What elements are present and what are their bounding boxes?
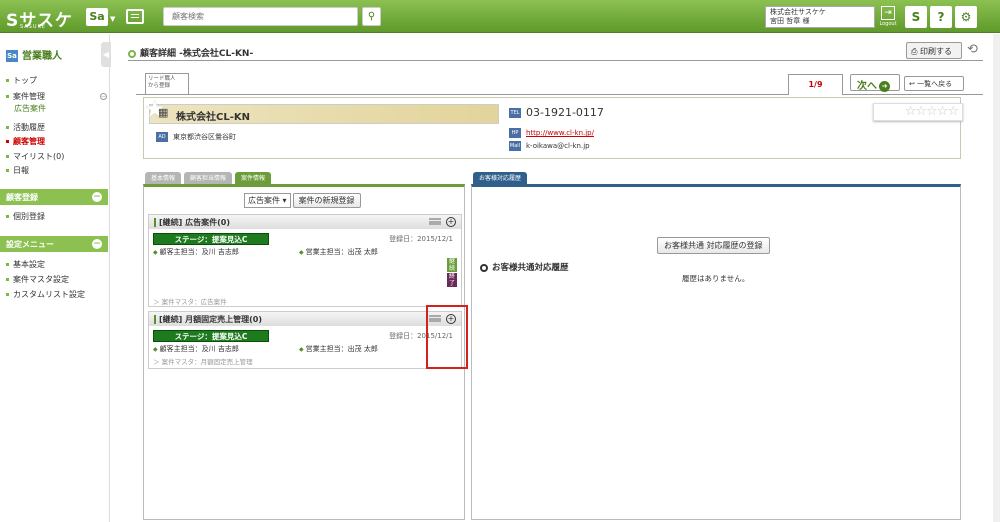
address-icon: AD [156, 132, 168, 142]
top-bar: SサスケSASUKE Sa ▼ ⚲ 株式会社サスケケ 宮田 哲章 様 ⇥Logo… [0, 0, 1000, 33]
minus-icon[interactable]: − [92, 192, 102, 202]
refresh-icon[interactable]: ⟲ [967, 42, 978, 57]
minus-icon[interactable]: − [92, 239, 102, 249]
history-title: お客様共通対応履歴 [480, 261, 569, 273]
circle-bullet-icon [128, 49, 136, 58]
customer-owner: 顧客主担当：及川 吉志郎 [153, 247, 239, 257]
highlight-box [426, 305, 468, 369]
case-header[interactable]: [継続] 広告案件(0) [149, 215, 461, 229]
pager-count: 1/9 [788, 74, 843, 95]
case-filter-row: 広告案件 ▾ 案件の新規登録 [244, 193, 361, 208]
circle-bullet-icon [480, 263, 488, 272]
case-master: ＞ 案件マスタ：月額固定売上管理 [153, 358, 253, 366]
sidebar: Sa 営業職人 ◀ トップ 案件管理 − 広告案件 活動履歴 顧客管理 マイリスト… [0, 34, 111, 522]
collapse-icon[interactable]: − [100, 93, 107, 100]
registered-date: 登録日：2015/12/1 [389, 235, 453, 243]
tab-basic-info[interactable]: 基本情報 [145, 172, 182, 184]
next-button[interactable]: 次へ ➜ [850, 74, 900, 92]
printer-icon: ⎙ [911, 47, 918, 56]
logout-icon: ⇥ [881, 6, 895, 20]
case-type-select[interactable]: 広告案件 ▾ [244, 193, 291, 208]
case-header[interactable]: [継続] 月額固定売上管理(0) [149, 312, 461, 326]
sa-icon: Sa [6, 50, 18, 62]
info-tabs: 基本情報 顧客担当情報 案件情報 [145, 172, 274, 184]
tab-owner-info[interactable]: 顧客担当情報 [184, 172, 233, 184]
new-case-button[interactable]: 案件の新規登録 [292, 193, 361, 208]
return-icon: ↩ [909, 80, 915, 88]
sidebar-title: Sa 営業職人 [6, 50, 62, 62]
sidebar-item-custom-list-settings[interactable]: カスタムリスト設定 [6, 289, 85, 300]
customer-owner: 顧客主担当：及川 吉志郎 [153, 344, 239, 354]
stage-badge: ステージ：提案見込C [153, 330, 269, 342]
logout-button[interactable]: ⇥ Logout [878, 6, 898, 28]
user-name: 宮田 哲章 様 [770, 17, 810, 25]
expand-plus-icon[interactable]: + [446, 217, 456, 227]
stage-badge: ステージ：提案見込C [153, 233, 269, 245]
page-title: 顧客詳細 -株式会社CL-KN- [128, 46, 253, 59]
case-panel: 広告案件 ▾ 案件の新規登録 [継続] 広告案件(0) + ステージ：提案見込C … [143, 184, 465, 520]
customer-address: AD 東京都渋谷区鶯谷町 [156, 132, 236, 142]
lead-register-tab[interactable]: リード職人 から登録 [145, 73, 189, 95]
sidebar-item-basic-settings[interactable]: 基本設定 [6, 259, 45, 270]
rating-stars[interactable]: ☆☆☆☆☆ [873, 103, 963, 121]
user-info: 株式会社サスケケ 宮田 哲章 様 [765, 6, 875, 28]
sasuke-button[interactable]: S [905, 6, 927, 28]
sidebar-item-case-master-settings[interactable]: 案件マスタ設定 [6, 274, 69, 285]
user-company: 株式会社サスケケ [770, 8, 826, 16]
sidebar-item-customer-management[interactable]: 顧客管理 [6, 136, 45, 147]
app-logo[interactable]: Sサスケ SASUKE [6, 6, 73, 31]
customer-search-input[interactable] [163, 7, 358, 26]
register-history-button[interactable]: お客様共通 対応履歴の登録 [657, 237, 770, 254]
print-button[interactable]: ⎙ 印刷する [906, 42, 962, 59]
arrow-right-icon: ➜ [879, 80, 890, 92]
message-icon[interactable] [126, 9, 144, 24]
scrollbar[interactable] [993, 34, 1000, 522]
customer-name: 株式会社CL-KN [176, 112, 250, 123]
chevron-down-icon[interactable]: ▼ [110, 15, 115, 23]
customer-mail[interactable]: Mail k-oikawa@cl-kn.jp [509, 141, 590, 151]
building-icon: ▦ [158, 106, 169, 119]
sales-owner: 営業主担当：出茂 太郎 [299, 344, 378, 354]
history-panel: お客様共通 対応履歴の登録 お客様共通対応履歴 履歴はありません。 [471, 184, 961, 520]
sidebar-collapse-button[interactable]: ◀ [101, 42, 111, 67]
app-switcher-button[interactable]: Sa [86, 8, 108, 26]
sales-owner: 営業主担当：出茂 太郎 [299, 247, 378, 257]
case-item: [継続] 広告案件(0) + ステージ：提案見込C 登録日：2015/12/1 … [148, 214, 462, 307]
customer-name-bar: ★ ▦ 株式会社CL-KN [144, 95, 499, 124]
divider [128, 60, 983, 61]
customer-tel: TEL 03-1921-0117 [509, 106, 604, 119]
sidebar-item-top[interactable]: トップ [6, 75, 37, 86]
settings-gear-icon[interactable]: ⚙ [955, 6, 977, 28]
tab-case-info[interactable]: 案件情報 [235, 172, 272, 184]
back-to-list-button[interactable]: ↩ 一覧へ戻る [904, 76, 964, 91]
sidebar-section-customer-register[interactable]: 顧客登録 − [0, 189, 108, 205]
sidebar-item-mylist[interactable]: マイリスト(0) [6, 151, 64, 162]
mail-icon: Mail [509, 141, 521, 151]
empty-history-text: 履歴はありません。 [682, 274, 750, 283]
sidebar-item-individual-register[interactable]: 個別登録 [6, 211, 45, 222]
tab-customer-history[interactable]: お客様対応履歴 [473, 172, 528, 184]
customer-url-link[interactable]: HP http://www.cl-kn.jp/ [509, 128, 594, 138]
customer-card: ★ ▦ 株式会社CL-KN AD 東京都渋谷区鶯谷町 TEL 03-1921-011… [143, 95, 961, 159]
status-side-labels[interactable]: 継続 終了 [447, 258, 457, 288]
sidebar-item-activity[interactable]: 活動履歴 [6, 122, 45, 133]
case-master: ＞ 案件マスタ：広告案件 [153, 298, 227, 306]
homepage-icon: HP [509, 128, 521, 138]
sidebar-item-daily-report[interactable]: 日報 [6, 165, 29, 176]
sidebar-item-case-management[interactable]: 案件管理 [6, 91, 45, 102]
tel-icon: TEL [509, 108, 521, 118]
menu-icon[interactable] [429, 218, 441, 225]
case-item: [継続] 月額固定売上管理(0) + ステージ：提案見込C 登録日：2015/1… [148, 311, 462, 369]
sidebar-section-settings[interactable]: 設定メニュー − [0, 236, 108, 252]
help-button[interactable]: ? [930, 6, 952, 28]
sidebar-item-ad-cases[interactable]: 広告案件 [14, 103, 46, 114]
search-icon[interactable]: ⚲ [362, 7, 381, 26]
main-content: 顧客詳細 -株式会社CL-KN- ⎙ 印刷する ⟲ リード職人 から登録 1/9 … [118, 34, 1000, 522]
